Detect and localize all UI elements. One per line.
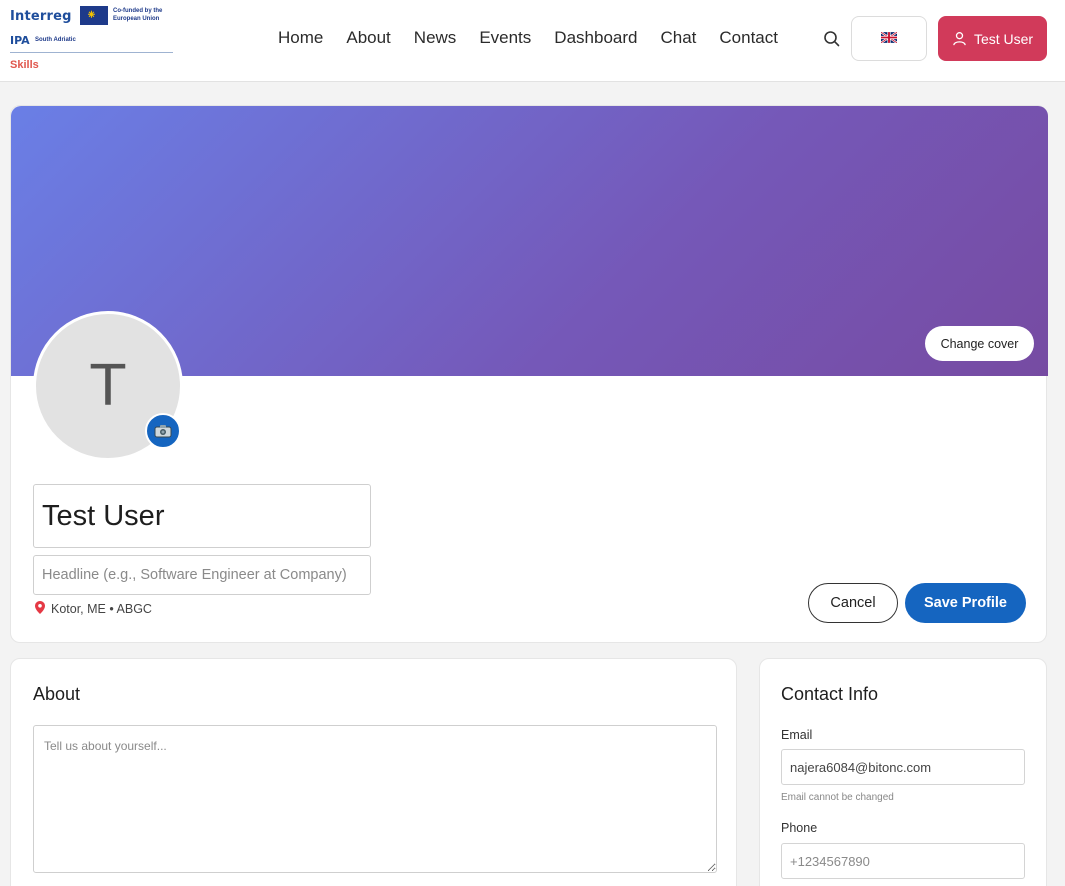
- nav-home[interactable]: Home: [278, 28, 323, 48]
- nav-dashboard[interactable]: Dashboard: [554, 28, 637, 48]
- logo-region-text: South Adriatic: [35, 37, 76, 43]
- change-avatar-button[interactable]: [145, 413, 181, 449]
- contact-info-title: Contact Info: [781, 684, 879, 704]
- nav-events[interactable]: Events: [479, 28, 531, 48]
- email-field[interactable]: [781, 749, 1025, 785]
- nav-news[interactable]: News: [414, 28, 457, 48]
- user-icon: [953, 32, 966, 46]
- email-label: Email: [781, 728, 813, 742]
- nav-about[interactable]: About: [346, 28, 390, 48]
- location-pin-icon: [35, 601, 45, 617]
- about-title: About: [33, 684, 81, 704]
- nav-chat[interactable]: Chat: [660, 28, 696, 48]
- interreg-logo[interactable]: Interreg ⁕ Co-funded by the European Uni…: [10, 5, 175, 75]
- logo-cofunded-text: Co-funded by the European Union: [113, 8, 163, 22]
- main-nav: Home About News Events Dashboard Chat Co…: [278, 28, 801, 48]
- search-icon[interactable]: [822, 29, 842, 49]
- about-card: About: [10, 658, 737, 886]
- uk-flag-icon: [880, 30, 898, 48]
- logo-divider: [10, 52, 173, 53]
- location-text: Kotor, ME • ABGC: [51, 602, 152, 616]
- headline-field[interactable]: [33, 555, 371, 595]
- name-field[interactable]: [33, 484, 371, 548]
- logo-skills-text: Skills: [10, 59, 39, 71]
- camera-icon: [154, 425, 172, 438]
- avatar-initial: T: [90, 353, 126, 419]
- location: Kotor, ME • ABGC: [35, 601, 152, 617]
- logo-ipa-text: IPA: [10, 34, 30, 47]
- email-note: Email cannot be changed: [781, 792, 894, 803]
- contact-info-card: Contact Info Email Email cannot be chang…: [759, 658, 1047, 886]
- user-name-label: Test User: [973, 30, 1034, 47]
- site-header: Interreg ⁕ Co-funded by the European Uni…: [0, 0, 1065, 82]
- logo-interreg-text: Interreg: [10, 9, 72, 24]
- cover-image: Change cover: [11, 106, 1048, 376]
- nav-contact[interactable]: Contact: [719, 28, 778, 48]
- about-textarea[interactable]: [33, 725, 717, 873]
- cancel-button[interactable]: Cancel: [808, 583, 898, 623]
- eu-flag-icon: ⁕: [80, 6, 108, 25]
- language-selector[interactable]: [851, 16, 927, 61]
- user-menu-button[interactable]: Test User: [938, 16, 1047, 61]
- phone-field[interactable]: [781, 843, 1025, 879]
- save-profile-button[interactable]: Save Profile: [905, 583, 1026, 623]
- profile-card: Change cover T Kotor, ME • ABGC Cancel S…: [10, 105, 1048, 643]
- change-cover-button[interactable]: Change cover: [925, 326, 1034, 361]
- phone-label: Phone: [781, 821, 818, 835]
